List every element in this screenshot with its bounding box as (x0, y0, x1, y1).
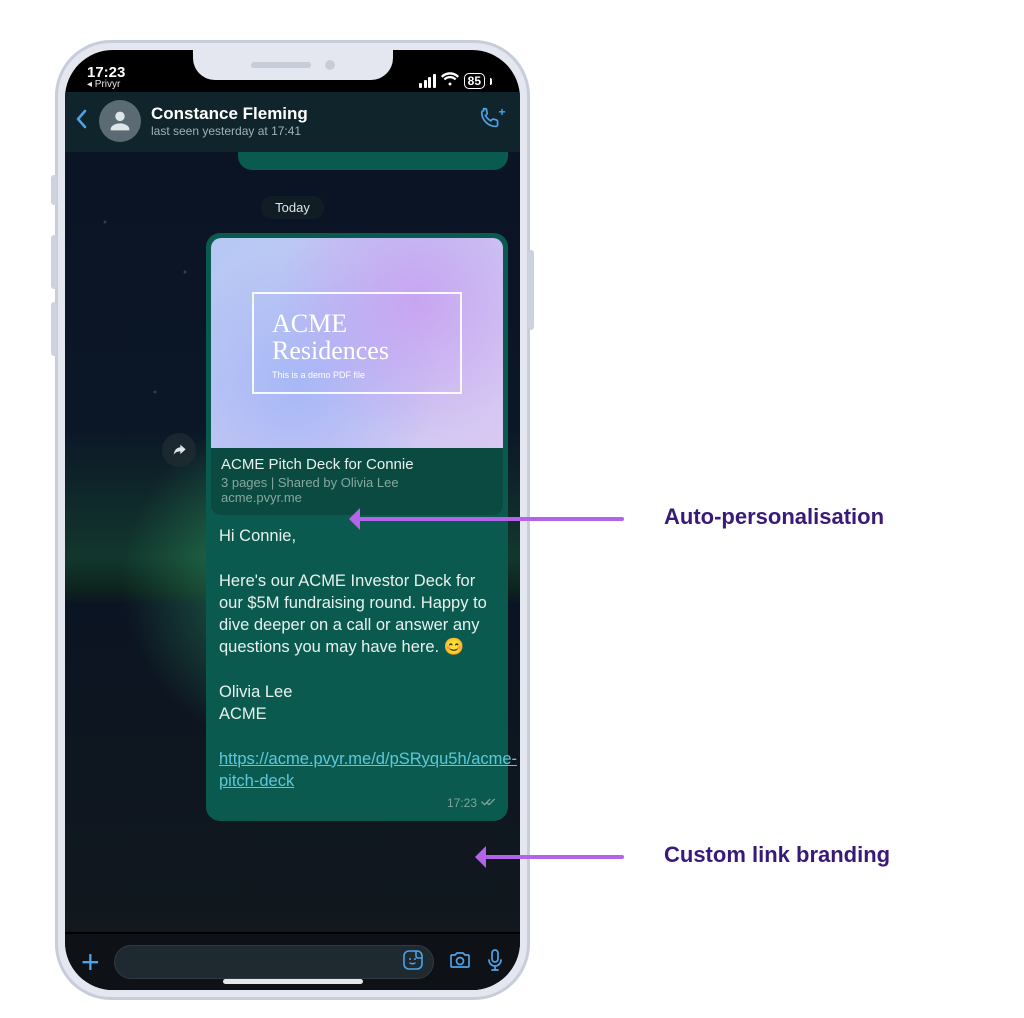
message-input[interactable] (114, 945, 434, 979)
contact-block[interactable]: Constance Fleming last seen yesterday at… (151, 104, 308, 138)
preview-title: ACME Pitch Deck for Connie (221, 456, 493, 473)
previous-message-bubble (238, 152, 508, 170)
cellular-signal-icon (419, 74, 436, 88)
phone-notch (193, 50, 393, 80)
link-preview-image: ACMEResidences This is a demo PDF file (211, 238, 503, 448)
attach-button[interactable]: + (81, 946, 100, 978)
call-button[interactable]: + (478, 107, 506, 136)
message-greeting: Hi Connie, (219, 527, 296, 545)
forward-button[interactable] (162, 433, 196, 467)
preview-domain: acme.pvyr.me (221, 490, 493, 505)
wifi-icon (441, 72, 459, 90)
preview-subtext: This is a demo PDF file (272, 370, 442, 380)
callout-custom-link-branding: Custom link branding (664, 842, 890, 868)
message-time: 17:23 (447, 796, 477, 810)
battery-level: 85 (464, 73, 485, 89)
camera-button[interactable] (448, 948, 472, 977)
status-time: 17:23 (87, 65, 125, 80)
phone-volume-down (51, 302, 57, 356)
message-input-bar: + (65, 934, 520, 990)
chat-body[interactable]: Today ACMEResidences This is a demo PDF … (65, 152, 520, 932)
phone-power-button (528, 250, 534, 330)
callout-auto-personalisation: Auto-personalisation (664, 504, 884, 530)
back-button[interactable] (73, 109, 89, 134)
chat-header: Constance Fleming last seen yesterday at… (65, 92, 520, 152)
svg-text:+: + (499, 107, 506, 119)
delivered-ticks-icon (481, 796, 497, 810)
status-back-to-app[interactable]: ◂ Privyr (87, 80, 125, 90)
preview-meta-line: 3 pages | Shared by Olivia Lee (221, 475, 493, 490)
home-indicator (223, 979, 363, 984)
avatar[interactable] (99, 100, 141, 142)
message-signoff-name: Olivia Lee (219, 683, 292, 701)
link-preview-card[interactable]: ACMEResidences This is a demo PDF file A… (211, 238, 503, 515)
message-link[interactable]: https://acme.pvyr.me/d/pSRyqu5h/acme-pit… (219, 750, 517, 790)
microphone-button[interactable] (486, 948, 504, 977)
message-text: Hi Connie, Here's our ACME Investor Deck… (211, 515, 503, 796)
arrow-to-link (480, 855, 624, 859)
contact-name: Constance Fleming (151, 104, 308, 124)
phone-mute-switch (51, 175, 57, 205)
arrow-to-greeting (354, 517, 624, 521)
message-body: Here's our ACME Investor Deck for our $5… (219, 572, 487, 657)
last-seen-text: last seen yesterday at 17:41 (151, 124, 308, 138)
phone-volume-up (51, 235, 57, 289)
sticker-icon[interactable] (401, 948, 425, 977)
date-separator: Today (261, 196, 324, 219)
message-signoff-company: ACME (219, 705, 267, 723)
